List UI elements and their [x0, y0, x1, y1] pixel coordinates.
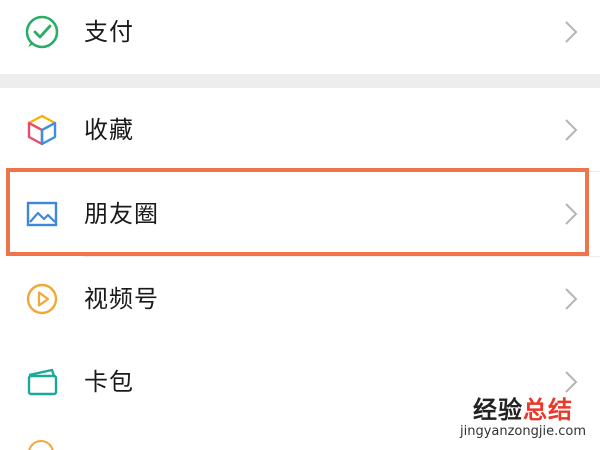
wechat-pay-icon — [22, 12, 62, 52]
next-row-icon — [28, 440, 54, 450]
menu-item-moments[interactable]: 朋友圈 — [0, 172, 600, 256]
menu-item-label: 卡包 — [84, 368, 134, 396]
section-gap — [0, 74, 600, 88]
menu-item-favorites[interactable]: 收藏 — [0, 88, 600, 172]
play-circle-icon — [22, 279, 62, 319]
card-icon — [22, 362, 62, 402]
chevron-right-icon — [564, 20, 578, 44]
chevron-right-icon — [564, 370, 578, 394]
menu-item-channels[interactable]: 视频号 — [0, 257, 600, 341]
menu-item-label: 收藏 — [84, 116, 134, 144]
chevron-right-icon — [564, 202, 578, 226]
chevron-right-icon — [564, 118, 578, 142]
menu-item-label: 支付 — [84, 18, 134, 46]
watermark-part1: 经验 — [472, 396, 523, 424]
menu-item-label: 视频号 — [84, 285, 159, 313]
cube-icon — [22, 110, 62, 150]
menu-item-pay[interactable]: 支付 — [0, 0, 600, 74]
image-icon — [22, 194, 62, 234]
watermark-url: jingyanzongjie.com — [459, 424, 586, 439]
watermark: 经验总结 jingyanzongjie.com — [460, 396, 586, 440]
watermark-title: 经验总结 — [460, 396, 586, 424]
menu-item-label: 朋友圈 — [84, 200, 159, 228]
chevron-right-icon — [564, 287, 578, 311]
watermark-part2: 总结 — [522, 396, 573, 424]
